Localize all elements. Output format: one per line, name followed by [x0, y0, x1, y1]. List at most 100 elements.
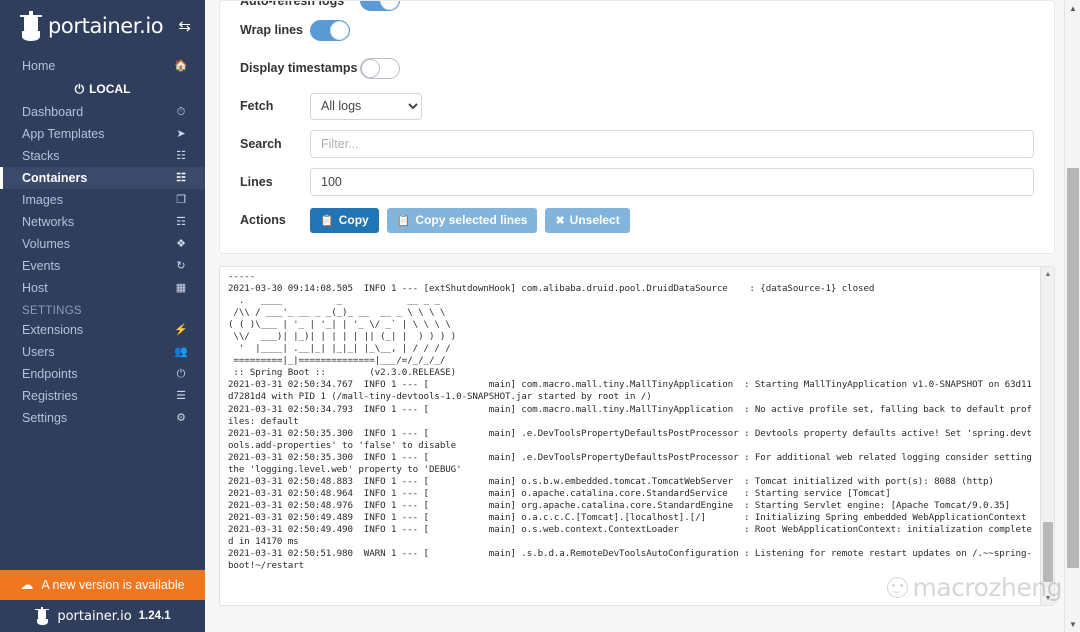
wrap-lines-toggle[interactable]: [310, 19, 350, 41]
sidebar-section-settings-title: SETTINGS: [22, 305, 82, 317]
sidebar-item-containers[interactable]: Containers ☷: [0, 167, 205, 189]
main-scroll-area: Auto-refresh logs Wrap lines Display tim…: [205, 0, 1065, 606]
main-content: Auto-refresh logs Wrap lines Display tim…: [205, 0, 1080, 632]
sidebar-item-label: Home: [22, 59, 56, 73]
unselect-button-label: Unselect: [569, 213, 620, 227]
new-version-banner[interactable]: ☁ A new version is available: [0, 570, 205, 600]
sidebar-item-label: Users: [22, 345, 55, 359]
wrap-lines-row: Wrap lines: [220, 11, 1054, 49]
copy-icon: 📋: [320, 214, 334, 227]
sidebar-item-volumes[interactable]: Volumes ❖: [0, 233, 205, 255]
sidebar-item-label: Networks: [22, 215, 75, 229]
page-scrollbar-thumb[interactable]: [1067, 168, 1079, 568]
page-scrollbar[interactable]: ▲ ▼: [1064, 0, 1080, 632]
caret-down-icon[interactable]: ▼: [1065, 616, 1080, 632]
sidebar-item-label: Images: [22, 193, 63, 207]
sidebar-item-label: Host: [22, 281, 48, 295]
new-version-label: A new version is available: [41, 578, 185, 592]
cloud-download-icon: ☁: [20, 577, 34, 592]
copy-button-label: Copy: [338, 213, 369, 227]
copy-selected-lines-label: Copy selected lines: [415, 213, 528, 227]
sidebar-item-extensions[interactable]: Extensions ⚡: [0, 319, 205, 341]
tachometer-icon: ⏱: [176, 105, 186, 118]
log-output-text-wrap[interactable]: ----- 2021-03-30 09:14:08.505 INFO 1 ---…: [220, 267, 1040, 605]
search-label: Search: [240, 137, 282, 151]
server-icon: ☷: [176, 171, 186, 184]
copy-selected-lines-button[interactable]: 📋 Copy selected lines: [386, 207, 538, 233]
history-icon: ↻: [176, 259, 186, 272]
fetch-select[interactable]: All logs: [310, 92, 422, 120]
sidebar-item-dashboard[interactable]: Dashboard ⏱: [0, 101, 205, 123]
log-head-text: ----- 2021-03-30 09:14:08.505 INFO 1 ---…: [228, 271, 875, 295]
sidebar-nav: Home 🏠 ⏻ LOCAL Dashboard ⏱ App Templates…: [0, 52, 205, 429]
footer-version-label: 1.24.1: [138, 610, 171, 622]
sidebar-item-registries[interactable]: Registries ☰: [0, 385, 205, 407]
log-output-panel: ----- 2021-03-30 09:14:08.505 INFO 1 ---…: [219, 266, 1055, 606]
lines-row: Lines: [220, 163, 1054, 201]
plug-icon: ⏻: [74, 81, 85, 96]
sidebar-item-events[interactable]: Events ↻: [0, 255, 205, 277]
sidebar-item-label: Endpoints: [22, 367, 78, 381]
sidebar-item-label: App Templates: [22, 127, 105, 141]
sidebar-brand[interactable]: portainer.io ⇆: [0, 0, 205, 52]
auto-refresh-row: Auto-refresh logs: [220, 1, 1054, 11]
log-scrollbar[interactable]: ▲ ▼: [1040, 267, 1054, 605]
auto-refresh-toggle[interactable]: [360, 1, 400, 11]
exchange-arrows-icon[interactable]: ⇆: [178, 19, 191, 34]
users-icon: 👥: [174, 345, 188, 358]
sidebar-item-endpoints[interactable]: Endpoints ⏻: [0, 363, 205, 385]
th-icon: ▦: [175, 281, 187, 294]
home-icon: 🏠: [174, 59, 188, 72]
sidebar-item-users[interactable]: Users 👥: [0, 341, 205, 363]
lines-label: Lines: [240, 175, 273, 189]
log-scrollbar-thumb[interactable]: [1043, 522, 1053, 582]
search-row: Search: [220, 125, 1054, 163]
display-timestamps-label: Display timestamps: [240, 61, 358, 75]
log-body-text: 2021-03-31 02:50:34.767 INFO 1 --- [ mai…: [228, 379, 1032, 572]
sitemap-icon: ☶: [176, 215, 186, 228]
sidebar-footer: portainer.io 1.24.1: [0, 600, 205, 632]
lines-input[interactable]: [310, 168, 1034, 196]
display-timestamps-row: Display timestamps: [220, 49, 1054, 87]
log-settings-card: Auto-refresh logs Wrap lines Display tim…: [219, 0, 1055, 254]
sidebar-endpoint-local: ⏻ LOCAL: [0, 77, 205, 101]
copy-button[interactable]: 📋 Copy: [310, 207, 379, 233]
sidebar-item-label: Stacks: [22, 149, 60, 163]
sidebar-item-settings[interactable]: Settings ⚙: [0, 407, 205, 429]
unselect-button[interactable]: ✖ Unselect: [545, 207, 630, 233]
sidebar-item-label: Dashboard: [22, 105, 84, 119]
sidebar-item-label: Volumes: [22, 237, 70, 251]
fetch-row: Fetch All logs: [220, 87, 1054, 125]
sidebar-item-images[interactable]: Images ❐: [0, 189, 205, 211]
sidebar-item-label: Events: [22, 259, 61, 273]
caret-down-icon[interactable]: ▼: [1041, 591, 1054, 605]
caret-up-icon[interactable]: ▲: [1041, 267, 1054, 281]
display-timestamps-toggle[interactable]: [360, 57, 400, 79]
portainer-logo-icon: [34, 606, 50, 626]
sidebar-item-host[interactable]: Host ▦: [0, 277, 205, 299]
actions-row: Actions 📋 Copy 📋 Copy selected lines ✖ U…: [220, 201, 1054, 239]
rocket-icon: ➤: [176, 127, 186, 140]
clone-icon: ❐: [176, 193, 186, 206]
search-input[interactable]: [310, 130, 1034, 158]
sidebar-item-stacks[interactable]: Stacks ☷: [0, 145, 205, 167]
sidebar-item-label: Containers: [22, 171, 88, 185]
actions-buttons: 📋 Copy 📋 Copy selected lines ✖ Unselect: [310, 207, 630, 233]
auto-refresh-label: Auto-refresh logs: [240, 1, 360, 8]
sidebar-item-label: Extensions: [22, 323, 84, 337]
sidebar-item-app-templates[interactable]: App Templates ➤: [0, 123, 205, 145]
times-icon: ✖: [555, 214, 565, 227]
plug-icon: ⏻: [176, 367, 186, 380]
cubes-icon: ❖: [176, 237, 186, 250]
portainer-app: portainer.io ⇆ Home 🏠 ⏻ LOCAL Dashboard …: [0, 0, 1080, 632]
sidebar-item-networks[interactable]: Networks ☶: [0, 211, 205, 233]
sidebar-item-label: Settings: [22, 411, 68, 425]
caret-up-icon[interactable]: ▲: [1065, 0, 1080, 16]
brand-label: portainer.io: [48, 14, 164, 38]
portainer-logo-icon: [18, 11, 44, 41]
cogs-icon: ⚙: [176, 411, 186, 424]
sidebar-item-label: Registries: [22, 389, 78, 403]
actions-label: Actions: [240, 213, 286, 227]
sidebar-item-home[interactable]: Home 🏠: [0, 55, 205, 77]
